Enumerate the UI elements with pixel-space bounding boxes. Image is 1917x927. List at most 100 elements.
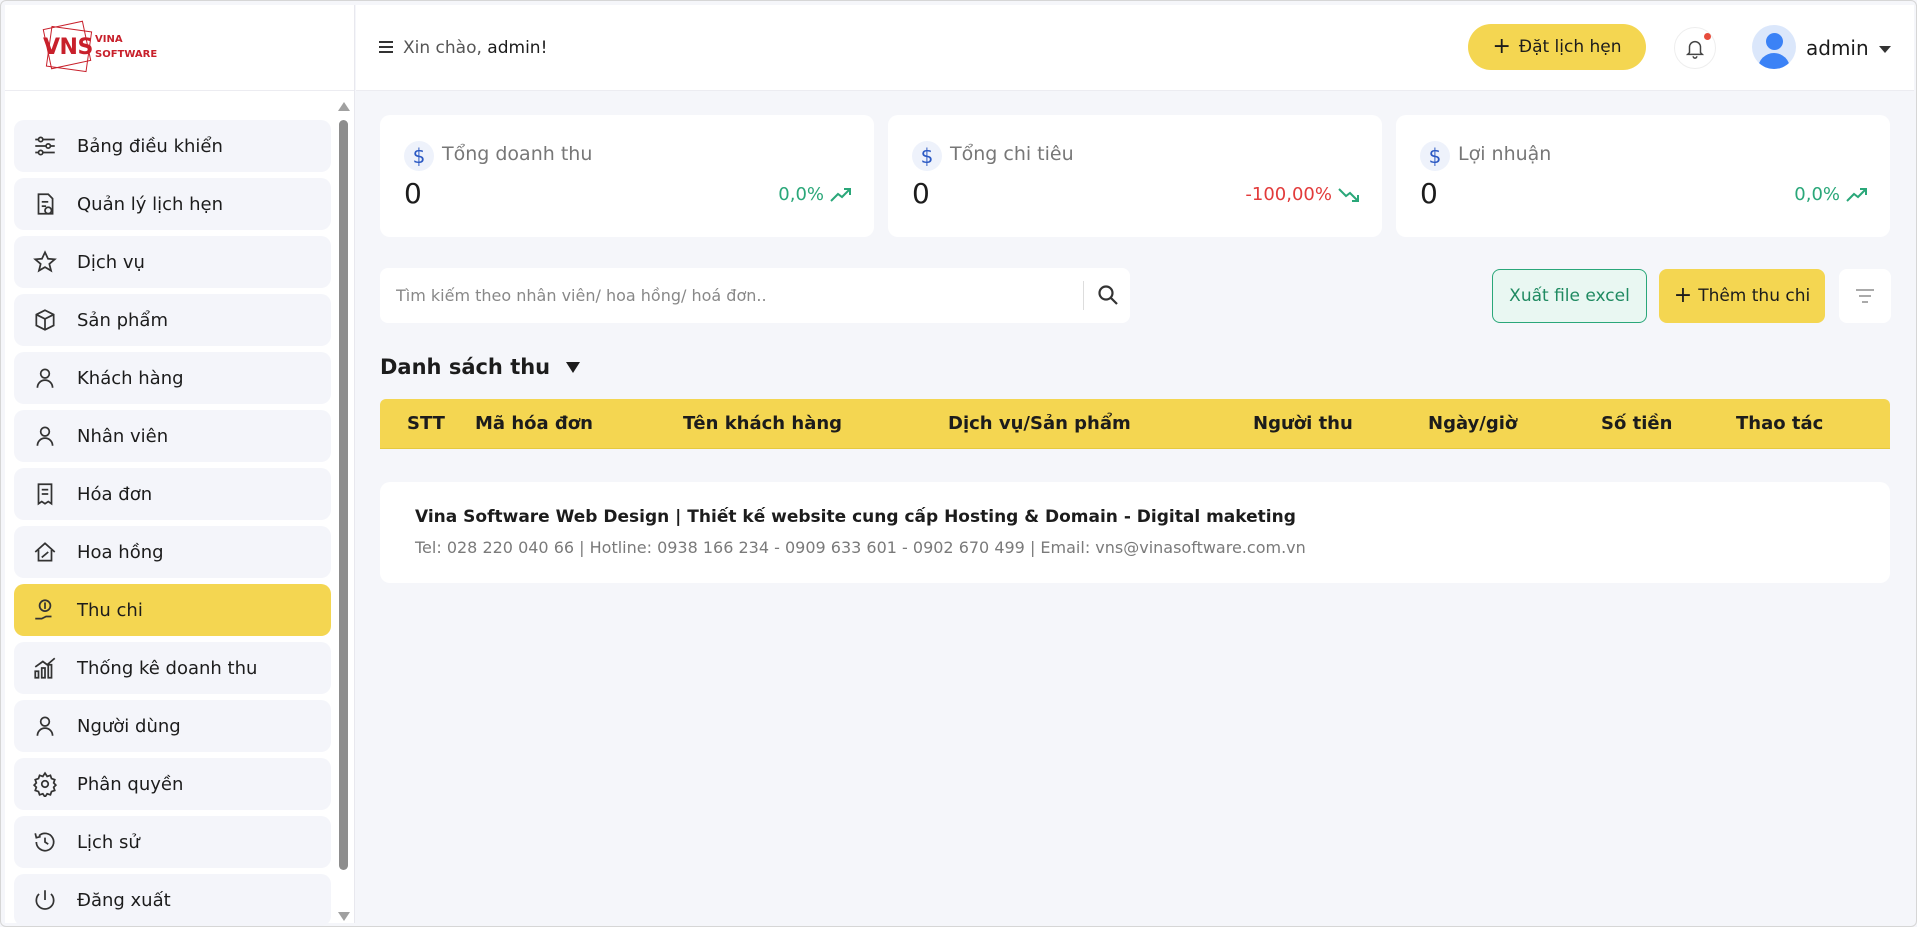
avatar[interactable] — [1752, 25, 1796, 69]
sidebar-item-label: Bảng điều khiển — [77, 135, 223, 157]
sidebar-item-label: Nhân viên — [77, 425, 169, 447]
sidebar-item-invoices[interactable]: Hóa đơn — [14, 468, 331, 520]
search-divider — [1083, 281, 1084, 310]
sidebar-menu: Bảng điều khiển Quản lý lịch hẹn Dịch vụ… — [14, 120, 331, 926]
bell-icon — [1685, 40, 1705, 59]
add-button-label: Thêm thu chi — [1698, 286, 1811, 306]
sidebar-item-appointments[interactable]: Quản lý lịch hẹn — [14, 178, 331, 230]
sidebar-item-label: Quản lý lịch hẹn — [77, 193, 224, 215]
sidebar-scrollbar[interactable] — [336, 100, 350, 923]
list-type-dropdown[interactable]: Danh sách thu — [380, 355, 581, 379]
dollar-icon: $ — [1420, 141, 1450, 171]
scroll-up-arrow-icon[interactable] — [338, 102, 350, 111]
appointment-doc-icon — [31, 190, 59, 218]
search-box — [380, 268, 1130, 323]
sidebar: VNS VINA SOFTWARE Bảng điều khiển Quản l… — [5, 5, 355, 926]
sidebar-item-permissions[interactable]: Phân quyền — [14, 758, 331, 810]
sidebar-item-staff[interactable]: Nhân viên — [14, 410, 331, 462]
footer-card: Vina Software Web Design | Thiết kế webs… — [380, 482, 1890, 583]
stat-label: Tổng doanh thu — [442, 143, 593, 165]
notification-dot — [1704, 33, 1711, 40]
sidebar-item-label: Thống kê doanh thu — [77, 657, 258, 679]
sidebar-item-revenue-stats[interactable]: Thống kê doanh thu — [14, 642, 331, 694]
plus-icon: + — [1492, 33, 1511, 59]
stat-label: Tổng chi tiêu — [950, 143, 1074, 165]
sidebar-item-label: Đăng xuất — [77, 889, 171, 911]
filter-icon — [1856, 289, 1874, 303]
sidebar-item-logout[interactable]: Đăng xuất — [14, 874, 331, 926]
power-icon — [31, 886, 59, 914]
column-header: Mã hóa đơn — [475, 413, 593, 434]
sidebar-item-services[interactable]: Dịch vụ — [14, 236, 331, 288]
chevron-down-icon[interactable] — [1879, 46, 1891, 53]
money-hand-icon — [31, 596, 59, 624]
filter-button[interactable] — [1839, 269, 1891, 323]
add-income-expense-button[interactable]: + Thêm thu chi — [1659, 269, 1825, 323]
user-menu-name[interactable]: admin — [1806, 36, 1869, 60]
user-icon — [31, 364, 59, 392]
sidebar-item-commission[interactable]: Hoa hồng — [14, 526, 331, 578]
house-percent-icon — [31, 538, 59, 566]
dropdown-arrow-icon — [566, 361, 581, 373]
sidebar-item-label: Hoa hồng — [77, 541, 164, 563]
stat-delta: 0,0% — [1794, 184, 1868, 205]
sidebar-item-customers[interactable]: Khách hàng — [14, 352, 331, 404]
notification-button[interactable] — [1674, 27, 1716, 69]
sidebar-item-dashboard[interactable]: Bảng điều khiển — [14, 120, 331, 172]
sidebar-item-label: Phân quyền — [77, 773, 184, 795]
greeting-username: admin! — [487, 38, 548, 58]
hamburger-icon[interactable] — [379, 41, 393, 53]
table-header: STT Mã hóa đơn Tên khách hàng Dịch vụ/Sả… — [380, 399, 1890, 449]
logo-text: VNS — [43, 35, 93, 60]
star-icon — [31, 248, 59, 276]
export-excel-button[interactable]: Xuất file excel — [1492, 269, 1647, 323]
sidebar-item-label: Thu chi — [77, 599, 143, 621]
column-header: Người thu — [1253, 413, 1353, 434]
list-title: Danh sách thu — [380, 355, 551, 379]
gear-icon — [31, 770, 59, 798]
sidebar-item-label: Hóa đơn — [77, 483, 153, 505]
top-header: Xin chào, admin! + Đặt lịch hẹn admin — [356, 5, 1914, 91]
trend-up-icon — [1846, 187, 1867, 202]
user-icon — [31, 422, 59, 450]
sidebar-item-label: Dịch vụ — [77, 251, 145, 273]
column-header: Tên khách hàng — [683, 413, 843, 434]
stat-card-total-revenue: $ Tổng doanh thu 0 0,0% — [380, 115, 874, 237]
footer-title: Vina Software Web Design | Thiết kế webs… — [415, 507, 1296, 527]
box-icon — [31, 306, 59, 334]
plus-icon: + — [1673, 282, 1693, 308]
sliders-icon — [31, 132, 59, 160]
user-icon — [31, 712, 59, 740]
logo-subtext: VINA SOFTWARE — [95, 34, 158, 60]
dollar-icon: $ — [404, 141, 434, 171]
trend-down-icon — [1338, 187, 1359, 202]
receipt-icon — [31, 480, 59, 508]
sidebar-item-label: Khách hàng — [77, 367, 184, 389]
stat-card-profit: $ Lợi nhuận 0 0,0% — [1396, 115, 1890, 237]
stat-value: 0 — [912, 177, 930, 210]
sidebar-item-label: Người dùng — [77, 715, 181, 737]
column-header: STT — [407, 413, 445, 434]
sidebar-item-label: Sản phẩm — [77, 309, 168, 331]
footer-contact: Tel: 028 220 040 66 | Hotline: 0938 166 … — [415, 538, 1306, 557]
book-appointment-button[interactable]: + Đặt lịch hẹn — [1468, 24, 1646, 70]
trend-up-icon — [830, 187, 851, 202]
scroll-down-arrow-icon[interactable] — [338, 912, 350, 921]
column-header: Số tiền — [1601, 413, 1673, 434]
book-appointment-label: Đặt lịch hẹn — [1518, 37, 1622, 57]
column-header: Ngày/giờ — [1428, 413, 1518, 434]
stat-delta: -100,00% — [1245, 184, 1360, 205]
search-input[interactable] — [396, 280, 1096, 310]
sidebar-item-products[interactable]: Sản phẩm — [14, 294, 331, 346]
stat-delta: 0,0% — [778, 184, 852, 205]
greeting: Xin chào, admin! — [403, 38, 548, 58]
sidebar-item-label: Lịch sử — [77, 831, 140, 853]
sidebar-item-history[interactable]: Lịch sử — [14, 816, 331, 868]
stat-value: 0 — [404, 177, 422, 210]
logo[interactable]: VNS VINA SOFTWARE — [5, 5, 354, 91]
sidebar-item-users[interactable]: Người dùng — [14, 700, 331, 752]
stat-card-total-expense: $ Tổng chi tiêu 0 -100,00% — [888, 115, 1382, 237]
sidebar-item-income-expense[interactable]: Thu chi — [14, 584, 331, 636]
search-icon[interactable] — [1096, 283, 1120, 307]
scrollbar-thumb[interactable] — [339, 120, 348, 870]
